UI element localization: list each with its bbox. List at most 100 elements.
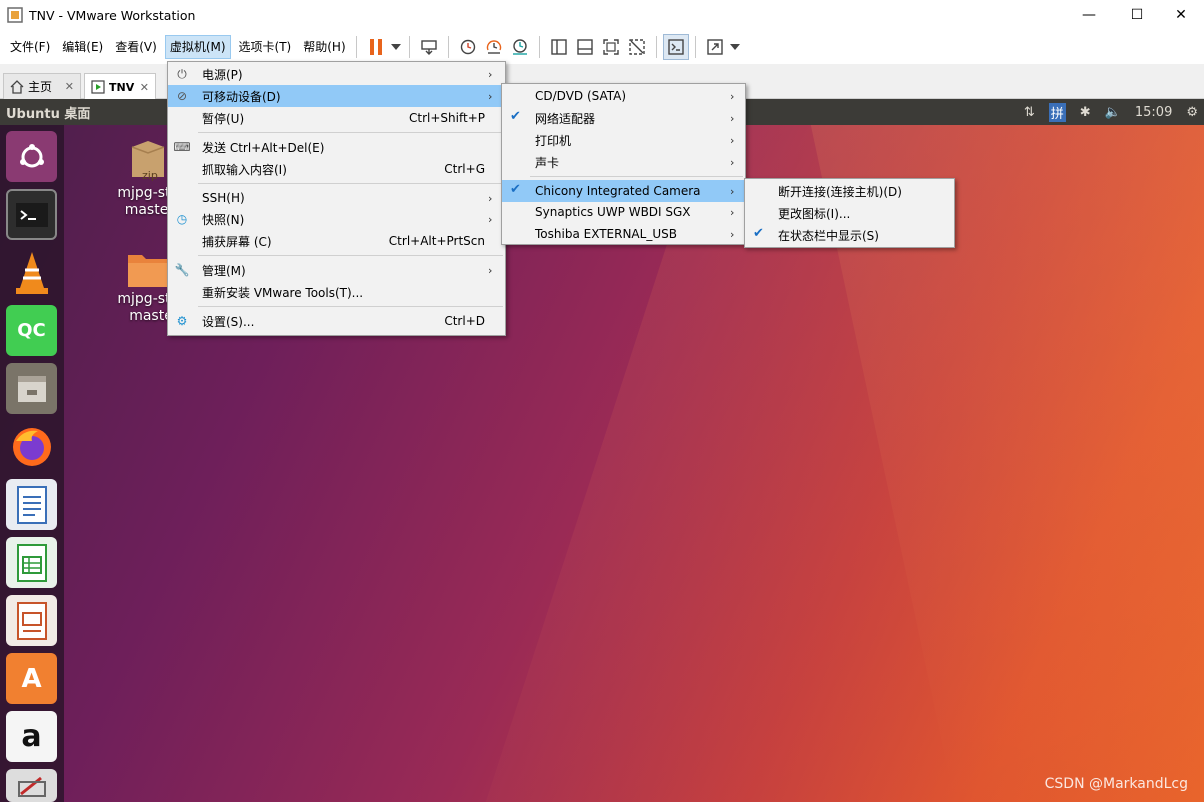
gear-icon[interactable]: ⚙ — [1186, 105, 1198, 120]
menu-separator — [198, 255, 503, 256]
device-item-synaptics[interactable]: Synaptics UWP WBDI SGX › — [502, 201, 745, 223]
menu-item-grab-input[interactable]: 抓取输入内容(I) Ctrl+G — [168, 158, 505, 180]
menu-item-manage[interactable]: 🔧 管理(M) › — [168, 259, 505, 281]
software-center-icon[interactable]: A — [6, 653, 57, 704]
device-item-toshiba[interactable]: Toshiba EXTERNAL_USB › — [502, 223, 745, 245]
device-item-sound[interactable]: 声卡 › — [502, 151, 745, 173]
view-fullscreen-button[interactable] — [598, 34, 624, 60]
view-thumbnail-icon — [576, 39, 593, 55]
vm-running-icon — [91, 80, 105, 94]
chevron-right-icon: › — [488, 212, 493, 226]
menu-item-snapshot[interactable]: ◷ 快照(N) › — [168, 208, 505, 230]
device-item-cd-dvd[interactable]: CD/DVD (SATA) › — [502, 85, 745, 107]
menu-item-power[interactable]: ⏻ 电源(P) › — [168, 63, 505, 85]
snapshot-manager-icon — [512, 39, 527, 55]
toolbar-separator — [694, 36, 696, 58]
menu-item-pause[interactable]: 暂停(U) Ctrl+Shift+P — [168, 107, 505, 129]
calc-icon[interactable] — [6, 537, 57, 588]
menu-edit[interactable]: 编辑(E) — [58, 35, 107, 59]
menu-vm[interactable]: 虚拟机(M) — [164, 35, 231, 59]
tab-home-label: 主页 — [28, 80, 53, 94]
menu-separator — [530, 176, 743, 177]
menu-separator — [198, 132, 503, 133]
close-button[interactable]: ✕ — [1158, 0, 1204, 30]
device-item-printer[interactable]: 打印机 › — [502, 129, 745, 151]
pause-button[interactable] — [363, 34, 389, 60]
firefox-icon[interactable] — [6, 421, 57, 472]
impress-icon[interactable] — [6, 595, 57, 646]
stretch-dropdown-button[interactable] — [728, 34, 742, 60]
dropdown-arrow-icon — [729, 44, 740, 50]
panel-title: Ubuntu 桌面 — [6, 106, 91, 122]
console-view-button[interactable] — [662, 34, 689, 60]
menu-item-settings[interactable]: ⚙ 设置(S)... Ctrl+D — [168, 310, 505, 332]
send-keys-icon: ⌨ — [173, 140, 191, 154]
checkmark-icon: ✔ — [510, 182, 521, 197]
settings-icon[interactable] — [6, 769, 57, 802]
camera-item-show-in-statusbar[interactable]: ✔ 在状态栏中显示(S) — [745, 224, 954, 246]
close-icon[interactable]: ✕ — [65, 80, 74, 93]
send-ctrl-alt-del-button[interactable] — [416, 34, 442, 60]
menu-item-capture-screen[interactable]: 捕获屏幕 (C) Ctrl+Alt+PrtScn — [168, 230, 505, 252]
menu-file[interactable]: 文件(F) — [6, 35, 54, 59]
toolbar-separator — [655, 36, 657, 58]
ime-indicator[interactable]: 拼 — [1048, 102, 1066, 122]
menu-help[interactable]: 帮助(H) — [299, 35, 349, 59]
menu-item-send-cad[interactable]: ⌨ 发送 Ctrl+Alt+Del(E) — [168, 136, 505, 158]
revert-snapshot-button[interactable] — [481, 34, 507, 60]
menu-item-reinstall-tools[interactable]: 重新安装 VMware Tools(T)... — [168, 281, 505, 303]
terminal-icon[interactable] — [6, 189, 57, 240]
tab-tnv-label: TNV — [109, 80, 135, 94]
menu-tabs[interactable]: 选项卡(T) — [235, 35, 296, 59]
system-tray: ⇅ 拼 ✱ 🔈 15:09 ⚙ — [1024, 99, 1204, 125]
view-unity-button[interactable] — [624, 34, 650, 60]
send-ctrl-alt-del-icon — [420, 40, 437, 55]
tab-tnv[interactable]: TNV ✕ — [84, 73, 156, 100]
amazon-icon[interactable]: a — [6, 711, 57, 762]
toolbar-separator — [408, 36, 410, 58]
folder-icon — [128, 255, 168, 287]
toolbar-separator — [538, 36, 540, 58]
vmware-app-icon — [7, 7, 23, 23]
tab-home[interactable]: 主页 ✕ — [3, 73, 81, 99]
vlc-icon[interactable] — [6, 247, 57, 298]
home-icon — [10, 79, 24, 94]
chevron-right-icon: › — [488, 263, 493, 277]
view-fullscreen-icon — [602, 39, 619, 55]
vm-menu: ⏻ 电源(P) › ⊘ 可移动设备(D) › 暂停(U) Ctrl+Shift+… — [167, 61, 506, 336]
volume-icon[interactable]: 🔈 — [1105, 105, 1121, 120]
removable-device-icon: ⊘ — [176, 89, 188, 103]
qt-creator-icon[interactable]: QC — [6, 305, 57, 356]
snapshot-icon: ◷ — [176, 212, 188, 226]
view-sidebar-button[interactable] — [546, 34, 572, 60]
camera-device-menu: 断开连接(连接主机)(D) 更改图标(I)... ✔ 在状态栏中显示(S) — [744, 178, 955, 248]
ubuntu-dash-icon[interactable] — [6, 131, 57, 182]
wrench-icon: 🔧 — [174, 263, 190, 277]
snapshot-manager-button[interactable] — [507, 34, 533, 60]
snapshot-revert-icon — [486, 40, 501, 54]
camera-item-disconnect[interactable]: 断开连接(连接主机)(D) — [745, 180, 954, 202]
stretch-button[interactable] — [702, 34, 728, 60]
network-icon[interactable]: ⇅ — [1024, 105, 1035, 120]
bluetooth-icon[interactable]: ✱ — [1080, 105, 1091, 120]
minimize-button[interactable]: — — [1066, 0, 1112, 30]
clock[interactable]: 15:09 — [1135, 105, 1172, 120]
device-item-camera[interactable]: ✔ Chicony Integrated Camera › — [502, 180, 745, 202]
maximize-button[interactable]: ☐ — [1114, 0, 1160, 30]
view-thumbnail-button[interactable] — [572, 34, 598, 60]
menu-item-ssh[interactable]: SSH(H) › — [168, 187, 505, 209]
power-dropdown-button[interactable] — [389, 34, 403, 60]
close-icon[interactable]: ✕ — [140, 81, 149, 94]
writer-icon[interactable] — [6, 479, 57, 530]
menu-item-removable-devices[interactable]: ⊘ 可移动设备(D) › — [168, 85, 505, 107]
menu-view[interactable]: 查看(V) — [111, 35, 161, 59]
take-snapshot-button[interactable] — [455, 34, 481, 60]
files-icon[interactable] — [6, 363, 57, 414]
camera-item-change-icon[interactable]: 更改图标(I)... — [745, 202, 954, 224]
toolbar-separator — [447, 36, 449, 58]
view-unity-icon — [628, 39, 645, 55]
device-item-network[interactable]: ✔ 网络适配器 › — [502, 107, 745, 129]
chevron-right-icon: › — [730, 155, 735, 169]
chevron-right-icon: › — [730, 89, 735, 103]
checkmark-icon: ✔ — [753, 226, 764, 241]
